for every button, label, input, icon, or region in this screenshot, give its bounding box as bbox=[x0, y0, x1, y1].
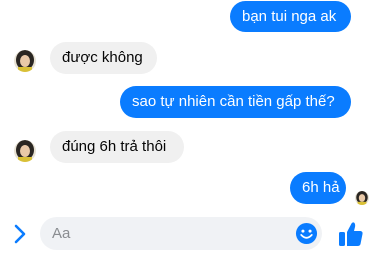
message-row: 6h hả bbox=[290, 172, 346, 204]
contact-avatar[interactable] bbox=[14, 50, 36, 72]
seen-avatar bbox=[355, 191, 369, 205]
chevron-right-icon[interactable] bbox=[10, 223, 30, 245]
incoming-message-bubble[interactable]: được không bbox=[50, 42, 157, 74]
message-row: đúng 6h trả thôi bbox=[50, 131, 184, 163]
avatar-image bbox=[14, 50, 36, 72]
avatar-image bbox=[14, 140, 36, 162]
thumbs-up-icon[interactable] bbox=[338, 220, 364, 248]
message-row: được không bbox=[50, 42, 157, 74]
message-row: sao tự nhiên cần tiền gấp thế? bbox=[120, 86, 351, 118]
seen-avatar-image bbox=[355, 191, 369, 205]
smiley-icon[interactable] bbox=[295, 222, 318, 245]
message-composer bbox=[0, 216, 374, 252]
incoming-message-bubble[interactable]: đúng 6h trả thôi bbox=[50, 131, 184, 163]
message-row: bạn tui nga ak bbox=[230, 1, 351, 32]
outgoing-message-bubble[interactable]: sao tự nhiên cần tiền gấp thế? bbox=[120, 86, 351, 118]
message-input[interactable] bbox=[52, 224, 292, 243]
message-input-box[interactable] bbox=[40, 217, 322, 250]
outgoing-message-bubble[interactable]: 6h hả bbox=[290, 172, 346, 204]
outgoing-message-bubble[interactable]: bạn tui nga ak bbox=[230, 1, 351, 32]
contact-avatar[interactable] bbox=[14, 140, 36, 162]
